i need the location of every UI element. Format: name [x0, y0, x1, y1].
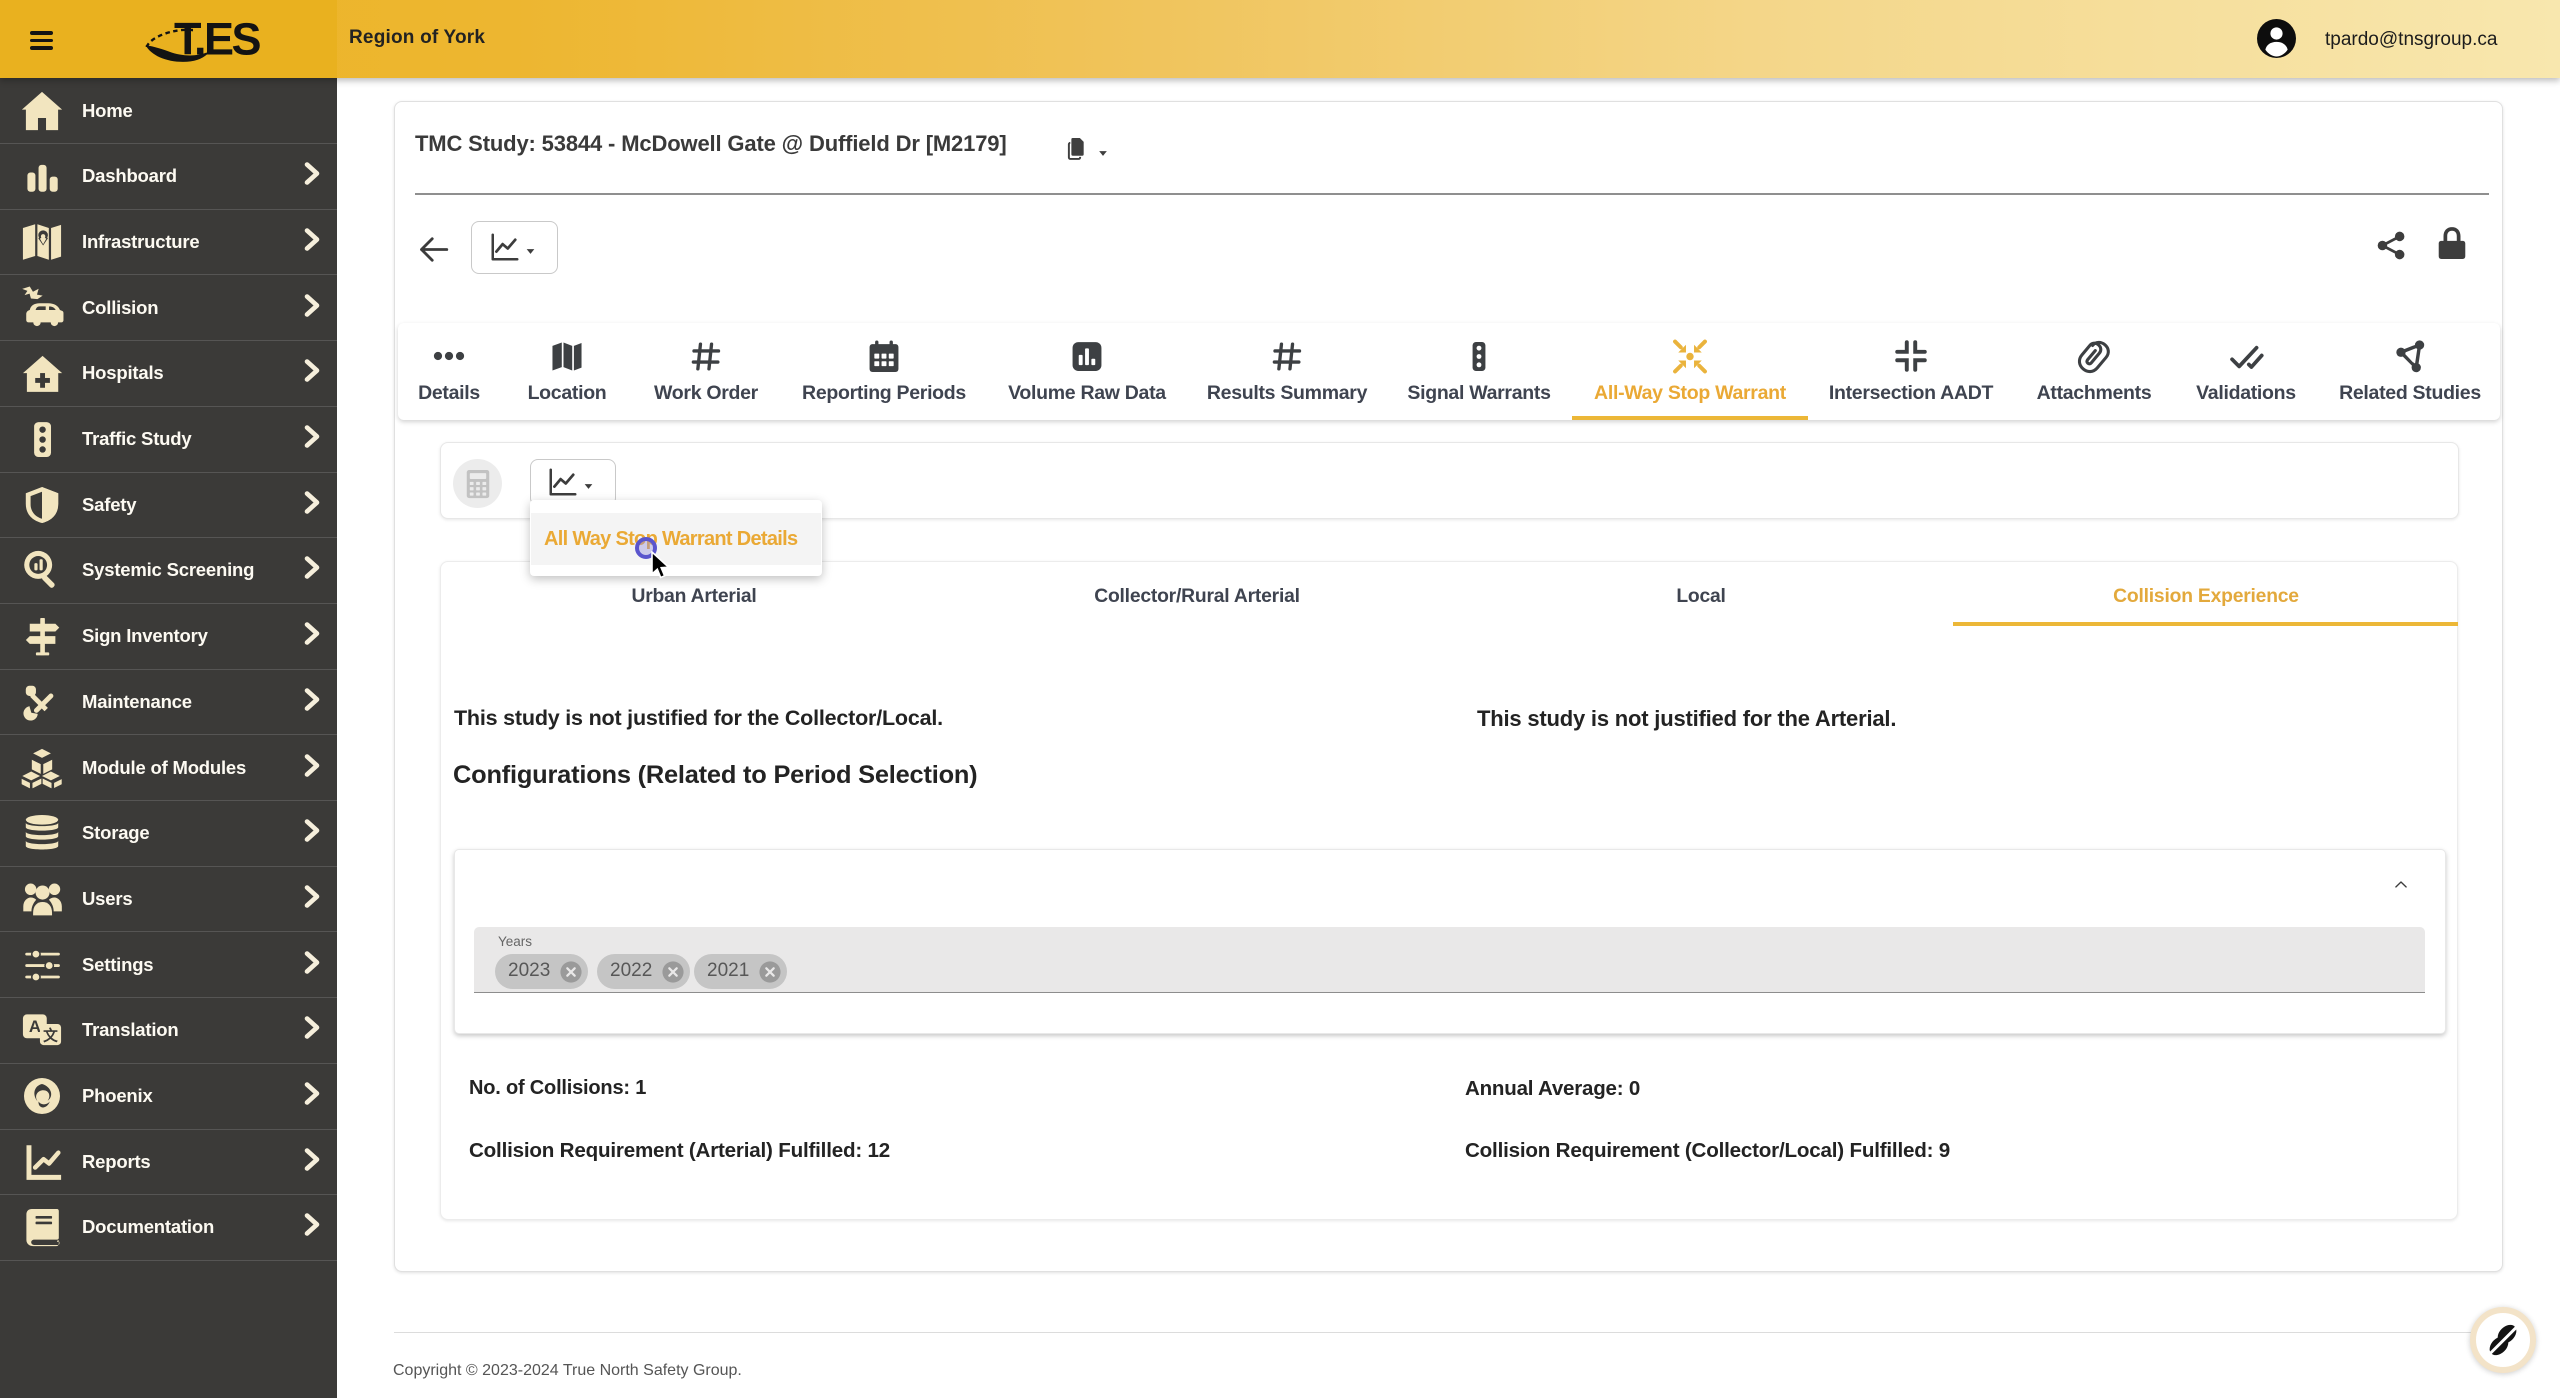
svg-text:A: A: [29, 1017, 41, 1036]
svg-text:文: 文: [43, 1027, 58, 1045]
svg-text:T.ES: T.ES: [174, 14, 261, 65]
